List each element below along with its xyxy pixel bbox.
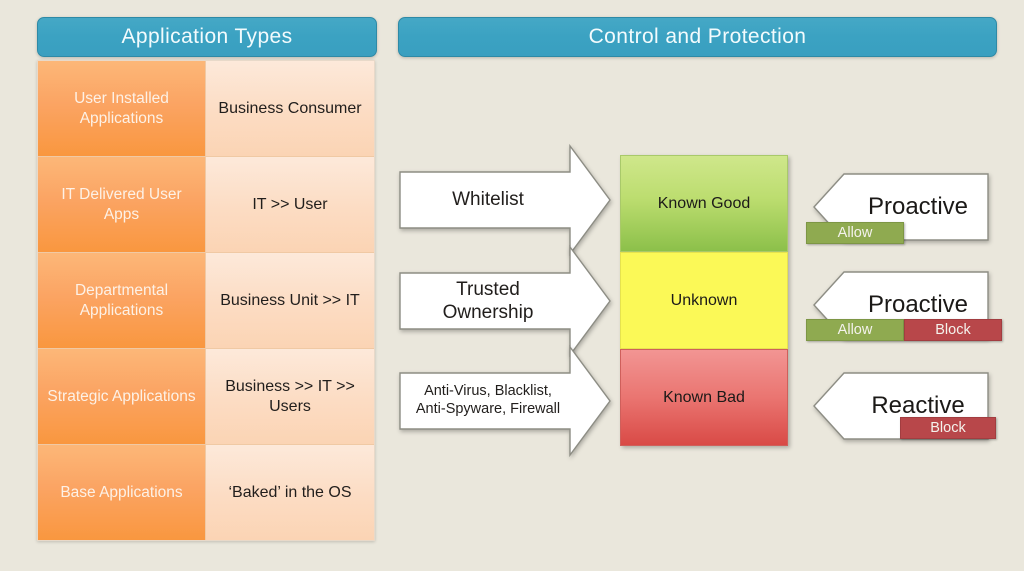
- allow-badge-label: Allow: [837, 225, 873, 241]
- trusted-ownership-flow-arrow: Trusted Ownership: [398, 244, 612, 358]
- app-owner-label: Business Consumer: [218, 99, 362, 117]
- app-owner-label: IT >> User: [252, 195, 328, 213]
- table-row: Departmental Applications Business Unit …: [38, 253, 374, 349]
- app-type-label: IT Delivered User Apps: [61, 186, 182, 223]
- application-types-header-label: Application Types: [121, 25, 293, 48]
- table-row: Strategic Applications Business >> IT >>…: [38, 349, 374, 445]
- app-type-label: Base Applications: [60, 483, 183, 501]
- app-owner-cell: Business >> IT >> Users: [206, 349, 374, 444]
- app-owner-cell: ‘Baked’ in the OS: [206, 445, 374, 540]
- app-type-cell: IT Delivered User Apps: [38, 157, 206, 252]
- allow-badge: Allow: [806, 319, 904, 341]
- block-badge-label: Block: [930, 420, 966, 436]
- app-owner-cell: IT >> User: [206, 157, 374, 252]
- classification-stack: Known Good Unknown Known Bad: [620, 155, 788, 446]
- app-type-cell: Strategic Applications: [38, 349, 206, 444]
- app-owner-cell: Business Consumer: [206, 61, 374, 156]
- app-type-cell: Departmental Applications: [38, 253, 206, 348]
- right-arrow-icon: [399, 344, 611, 458]
- known-bad-label: Known Bad: [663, 388, 745, 406]
- app-type-cell: User Installed Applications: [38, 61, 206, 156]
- block-badge: Block: [904, 319, 1002, 341]
- known-bad-block: Known Bad: [620, 349, 788, 446]
- allow-badge-label: Allow: [837, 322, 873, 338]
- app-owner-label: ‘Baked’ in the OS: [228, 483, 352, 501]
- application-types-header: Application Types: [37, 17, 377, 57]
- antivirus-flow-arrow: Anti-Virus, Blacklist, Anti-Spyware, Fir…: [398, 344, 612, 458]
- table-row: User Installed Applications Business Con…: [38, 61, 374, 157]
- control-and-protection-header-label: Control and Protection: [588, 25, 807, 48]
- control-and-protection-header: Control and Protection: [398, 17, 997, 57]
- app-owner-cell: Business Unit >> IT: [206, 253, 374, 348]
- table-row: IT Delivered User Apps IT >> User: [38, 157, 374, 253]
- unknown-label: Unknown: [670, 291, 738, 309]
- unknown-block: Unknown: [620, 252, 788, 349]
- right-arrow-icon: [399, 143, 611, 257]
- app-type-cell: Base Applications: [38, 445, 206, 540]
- block-badge: Block: [900, 417, 996, 439]
- app-type-label: Strategic Applications: [47, 387, 196, 405]
- app-type-label: Departmental Applications: [74, 282, 169, 319]
- app-type-label: User Installed Applications: [74, 90, 169, 127]
- known-good-label: Known Good: [657, 194, 751, 212]
- block-badge-label: Block: [935, 322, 971, 338]
- known-good-block: Known Good: [620, 155, 788, 252]
- table-row: Base Applications ‘Baked’ in the OS: [38, 445, 374, 540]
- application-types-table: User Installed Applications Business Con…: [37, 60, 375, 541]
- whitelist-flow-arrow: Whitelist: [398, 143, 612, 257]
- app-owner-label: Business >> IT >> Users: [225, 377, 355, 415]
- app-owner-label: Business Unit >> IT: [220, 291, 360, 309]
- allow-badge: Allow: [806, 222, 904, 244]
- right-arrow-icon: [399, 244, 611, 358]
